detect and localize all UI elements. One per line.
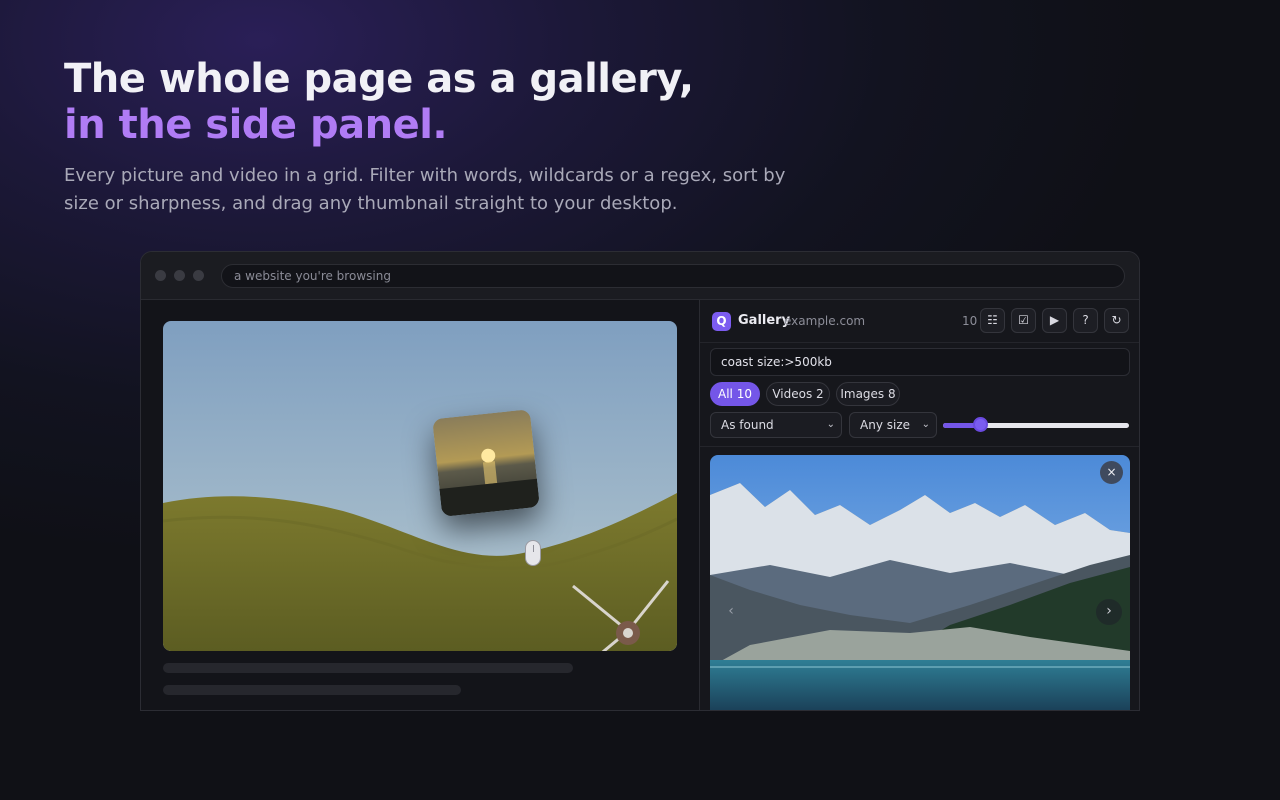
panel-header: Q Gallery example.com 10 ☷ ☑ ▶ ? ↻	[700, 300, 1139, 342]
sort-select-value: As found	[721, 418, 774, 432]
slider-handle[interactable]	[973, 417, 989, 432]
previous-image-button[interactable]: ‹	[718, 599, 744, 625]
browser-toolbar: a website you're browsing	[141, 252, 1139, 300]
chevron-down-icon: ⌄	[826, 419, 835, 430]
mouse-cursor-icon	[525, 540, 541, 566]
window-dot-close	[155, 270, 166, 281]
hero-subcopy: Every picture and video in a grid. Filte…	[64, 165, 786, 214]
gallery-side-panel: Q Gallery example.com 10 ☷ ☑ ▶ ? ↻ coast…	[699, 300, 1139, 710]
help-icon: ?	[1082, 313, 1089, 327]
item-count: 10	[962, 314, 978, 328]
help-button[interactable]: ?	[1073, 308, 1098, 333]
headline-line-2: in the side panel.	[64, 102, 448, 148]
window-dot-minimize	[174, 270, 185, 281]
filter-chip-videos[interactable]: Videos 2	[766, 382, 830, 406]
size-select-value: Any size	[860, 418, 910, 432]
select-mode-button[interactable]: ☑	[1011, 308, 1036, 333]
gallery-logo-icon: Q	[712, 312, 731, 331]
dragged-thumbnail[interactable]	[432, 409, 540, 517]
page-hero-image[interactable]	[163, 321, 677, 651]
filter-chip-images[interactable]: Images 8	[836, 382, 900, 406]
checkbox-icon: ☑	[1018, 313, 1029, 327]
panel-domain: example.com	[784, 314, 866, 328]
text-placeholder-line	[163, 685, 461, 695]
grid-view-button[interactable]: ☷	[980, 308, 1005, 333]
refresh-button[interactable]: ↻	[1104, 308, 1129, 333]
text-placeholder-line	[163, 663, 573, 673]
divider	[700, 342, 1139, 343]
size-select[interactable]: Any size ⌄	[849, 412, 937, 438]
panel-title: Gallery	[738, 313, 791, 328]
gallery-preview[interactable]: × ‹ ›	[710, 455, 1130, 710]
divider	[700, 446, 1139, 447]
browser-mockup: a website you're browsing Q Gallery exam…	[140, 251, 1140, 711]
next-image-button[interactable]: ›	[1096, 599, 1122, 625]
headline: The whole page as a gallery, in the side…	[64, 56, 694, 148]
mountain-lake-image	[710, 455, 1130, 710]
browsed-page	[141, 300, 699, 710]
headline-line-1: The whole page as a gallery,	[64, 56, 694, 102]
filter-input[interactable]: coast size:>500kb	[710, 348, 1130, 376]
window-dot-maximize	[193, 270, 204, 281]
hillside-windmill-image	[163, 321, 677, 651]
play-icon: ▶	[1049, 313, 1060, 327]
slideshow-button[interactable]: ▶	[1042, 308, 1067, 333]
close-preview-button[interactable]: ×	[1100, 461, 1123, 484]
refresh-icon: ↻	[1111, 313, 1122, 327]
address-bar[interactable]: a website you're browsing	[221, 264, 1125, 288]
list-icon: ☷	[987, 313, 998, 327]
sunset-thumbnail-image	[432, 409, 540, 517]
sort-select[interactable]: As found ⌄	[710, 412, 842, 438]
filter-chip-all[interactable]: All 10	[710, 382, 760, 406]
bottom-band	[0, 700, 1280, 800]
thumbnail-size-slider[interactable]	[943, 423, 1129, 428]
chevron-down-icon: ⌄	[921, 419, 930, 430]
